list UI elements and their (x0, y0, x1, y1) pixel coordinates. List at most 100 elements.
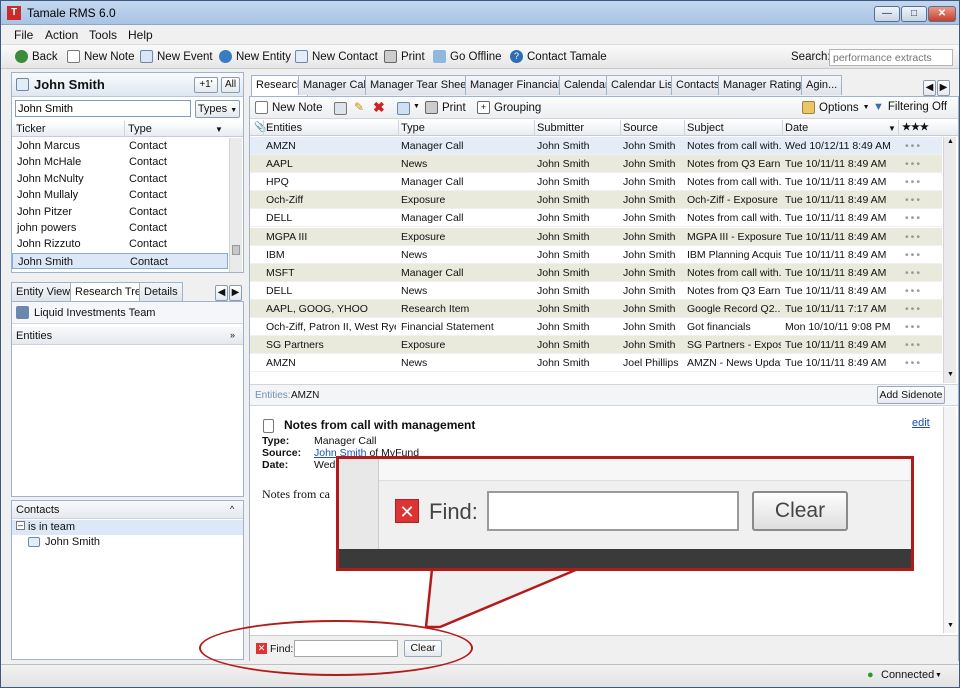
main-tab-scroll-right[interactable]: ▶ (937, 80, 950, 96)
list-item[interactable]: John Smith Contact (12, 252, 228, 269)
rating-dots[interactable]: ••• (905, 267, 922, 279)
list-item[interactable]: John McNulty Contact (12, 171, 228, 187)
table-row[interactable]: HPQ Manager Call John Smith John Smith Notes… (250, 173, 942, 192)
tab-calendar-list[interactable]: Calendar List (606, 75, 681, 95)
tab-contacts[interactable]: Contacts (671, 75, 725, 95)
list-item[interactable]: John Rizzuto Contact (12, 236, 228, 252)
rating-dots[interactable]: ••• (905, 176, 922, 188)
table-row[interactable]: DELL Manager Call John Smith John Smith Note… (250, 209, 942, 228)
main-tab-scroll-left[interactable]: ◀ (923, 80, 936, 96)
menu-action[interactable]: Action (45, 28, 78, 42)
contacts-section-header[interactable]: Contacts ^ (12, 501, 243, 519)
chevron-down-icon[interactable]: ▼ (935, 672, 942, 679)
col-ticker[interactable]: Ticker (16, 123, 46, 135)
rating-dots[interactable]: ••• (905, 339, 922, 351)
table-row[interactable]: Och-Ziff, Patron II, West Rye... Financia… (250, 318, 942, 336)
list-item[interactable]: John Mullaly Contact (12, 187, 228, 203)
delete-icon[interactable]: ✖ (373, 99, 385, 116)
new-note-button[interactable]: New Note (67, 50, 135, 63)
chevron-down-icon[interactable]: ▼ (413, 103, 420, 110)
scroll-thumb[interactable] (232, 245, 240, 255)
table-row[interactable]: IBM News John Smith John Smith IBM Planning … (250, 246, 942, 264)
list-item[interactable]: John McHale Contact (12, 154, 228, 170)
grouping-button[interactable]: + Grouping (477, 101, 541, 114)
col-type[interactable]: Type (401, 122, 425, 134)
plus-one-button[interactable]: +1' (194, 77, 218, 93)
back-button[interactable]: Back (15, 50, 58, 63)
new-contact-button[interactable]: New Contact (295, 50, 378, 63)
rating-dots[interactable]: ••• (905, 285, 922, 297)
rating-dots[interactable]: ••• (905, 303, 922, 315)
minimize-button[interactable]: — (874, 6, 900, 22)
add-sidenote-button[interactable]: Add Sidenote (877, 386, 945, 404)
table-row[interactable]: Och-Ziff Exposure John Smith John Smith Och-… (250, 191, 942, 210)
table-row[interactable]: MSFT Manager Call John Smith John Smith Note… (250, 263, 942, 282)
col-entities[interactable]: Entities (266, 122, 302, 134)
scroll-up-icon[interactable]: ▲ (947, 138, 954, 145)
tab-agin[interactable]: Agin... (801, 75, 843, 95)
print-button[interactable]: Print (384, 50, 425, 63)
tab-manager-tear-sheet[interactable]: Manager Tear Sheet (365, 75, 475, 95)
all-button[interactable]: All (221, 77, 240, 93)
rating-dots[interactable]: ••• (905, 357, 922, 369)
close-button[interactable]: ✕ (928, 6, 956, 22)
tab-manager-call[interactable]: Manager Call (298, 75, 374, 95)
list-item[interactable]: john powers Contact (12, 220, 228, 236)
rating-dots[interactable]: ••• (905, 158, 922, 170)
contact-tamale-button[interactable]: ? Contact Tamale (510, 50, 607, 63)
table-row[interactable]: AAPL, GOOG, YHOO Research Item John Smith J… (250, 299, 942, 318)
filter-icon[interactable]: ▼ (215, 125, 223, 134)
grid-scrollbar[interactable]: ▲ ▼ (943, 137, 956, 383)
search-input[interactable] (829, 49, 953, 66)
go-offline-button[interactable]: Go Offline (433, 50, 502, 63)
contacts-group-row[interactable]: – is in team (12, 520, 243, 535)
col-submitter[interactable]: Submitter (537, 122, 584, 134)
entity-filter-input[interactable] (15, 100, 191, 117)
col-subject[interactable]: Subject (687, 122, 724, 134)
rating-dots[interactable]: ••• (905, 194, 922, 206)
team-row[interactable]: Liquid Investments Team (12, 302, 243, 324)
entities-section-header[interactable]: Entities » (12, 327, 243, 345)
edit-link[interactable]: edit (912, 417, 930, 429)
new-event-button[interactable]: New Event (140, 50, 213, 63)
scroll-down-icon[interactable]: ▼ (947, 622, 954, 629)
menu-file[interactable]: File (14, 28, 33, 42)
tab-scroll-left[interactable]: ◀ (215, 285, 228, 301)
copy-icon[interactable] (334, 102, 347, 115)
rating-dots[interactable]: ••• (905, 140, 922, 152)
menu-tools[interactable]: Tools (89, 28, 117, 42)
entities-value[interactable]: AMZN (291, 390, 319, 401)
connection-status[interactable]: Connected (881, 669, 934, 681)
pencil-icon[interactable]: ✎ (354, 100, 364, 114)
options-button[interactable]: Options ▼ (802, 101, 870, 114)
attachment-icon[interactable]: 📎 (254, 122, 266, 133)
collapse-tree-icon[interactable]: – (16, 521, 25, 530)
col-date[interactable]: Date (785, 122, 808, 134)
tab-entity-view[interactable]: Entity View (11, 282, 76, 302)
rating-dots[interactable]: ••• (905, 231, 922, 243)
contacts-member-row[interactable]: John Smith (12, 535, 243, 550)
list-item[interactable]: John Marcus Contact (12, 138, 228, 154)
rating-dots[interactable]: ••• (905, 212, 922, 224)
tab-details[interactable]: Details (139, 282, 183, 302)
tab-manager-ratings[interactable]: Manager Ratings (718, 75, 812, 95)
scroll-down-icon[interactable]: ▼ (947, 371, 954, 378)
filtering-button[interactable]: ▼ Filtering Off (873, 101, 947, 113)
types-dropdown[interactable]: Types ▼ (195, 100, 240, 118)
rating-dots[interactable]: ••• (905, 249, 922, 261)
table-row[interactable]: AMZN Manager Call John Smith John Smith Note… (250, 137, 942, 155)
email-icon[interactable] (397, 102, 410, 115)
print-button-2[interactable]: Print (425, 101, 466, 114)
menu-help[interactable]: Help (128, 28, 153, 42)
maximize-button[interactable]: □ (901, 6, 927, 22)
col-rating[interactable]: ★★★ (902, 122, 929, 133)
entity-list-scrollbar[interactable] (229, 138, 242, 272)
table-row[interactable]: AMZN News John Smith Joel Phillips AMZN - Ne… (250, 354, 942, 373)
table-row[interactable]: AAPL News John Smith John Smith Notes from Q… (250, 155, 942, 174)
col-source[interactable]: Source (623, 122, 658, 134)
table-row[interactable]: SG Partners Exposure John Smith John Smith S… (250, 336, 942, 355)
detail-scrollbar[interactable]: ▼ (943, 407, 956, 633)
tab-manager-financials[interactable]: Manager Financials (465, 75, 571, 95)
table-row[interactable]: MGPA III Exposure John Smith John Smith MGPA… (250, 227, 942, 246)
list-item[interactable]: John Pitzer Contact (12, 204, 228, 220)
